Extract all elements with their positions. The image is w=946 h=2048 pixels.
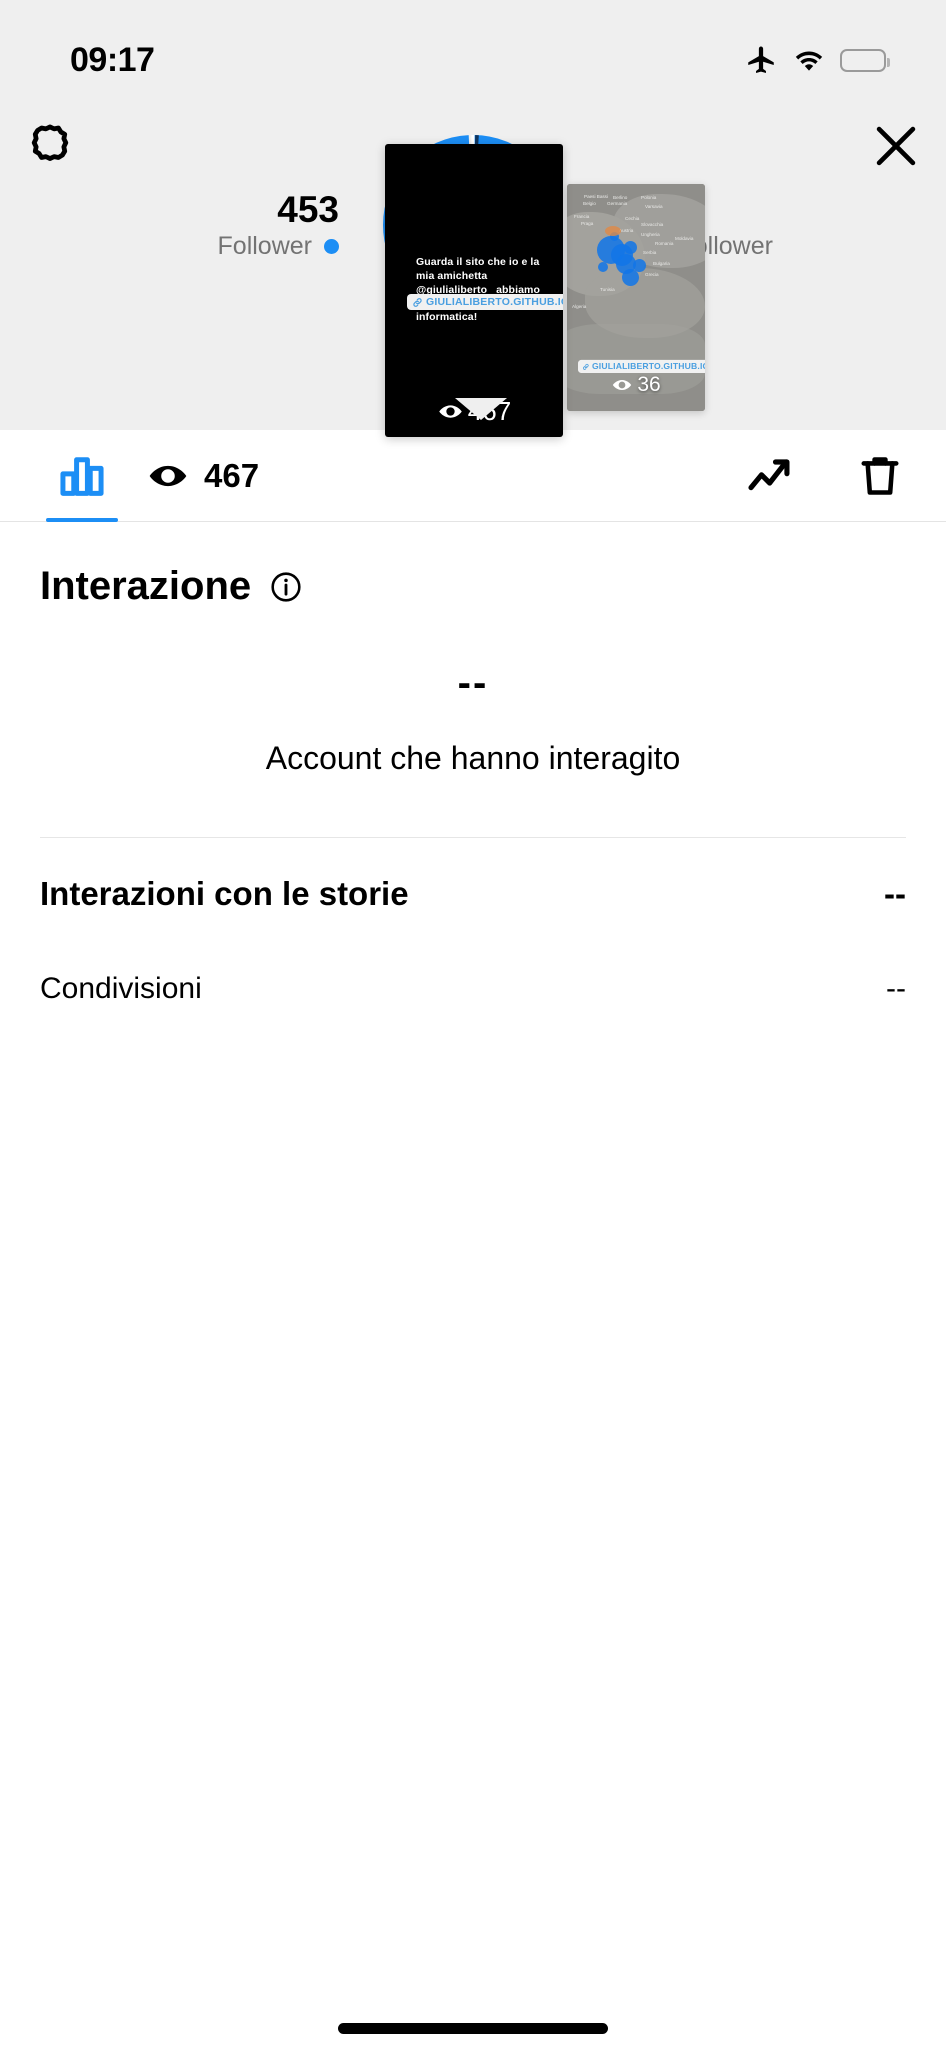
shares-value: --: [886, 972, 906, 1005]
link-icon: [412, 297, 423, 308]
interacted-accounts-stat: -- Account che hanno interagito: [0, 609, 946, 777]
battery-icon: [840, 48, 890, 72]
status-icons: [744, 43, 890, 77]
home-indicator: [338, 2023, 608, 2034]
interaction-section: Interazione -- Account che hanno interag…: [0, 506, 946, 1028]
link-icon: [582, 363, 589, 370]
story-interactions-label: Interazioni con le storie: [40, 875, 409, 912]
insights-toolbar: 467: [0, 430, 946, 522]
info-icon[interactable]: [269, 570, 303, 604]
table-row: Condivisioni --: [0, 950, 946, 1028]
toolbar-right-group: [744, 448, 906, 504]
wifi-icon: [792, 46, 826, 74]
trash-icon[interactable]: [854, 450, 906, 502]
story-caption-text: Guarda il sito che io e la mia amichetta…: [416, 256, 540, 324]
link-sticker-label: GIULIALIBERTO.GITHUB.IO: [426, 296, 563, 308]
bar-chart-icon: [56, 450, 108, 502]
interaction-title: Interazione: [40, 564, 252, 608]
link-sticker[interactable]: GIULIALIBERTO.GITHUB.IO: [407, 294, 563, 310]
follower-color-dot: [324, 238, 339, 254]
story-thumbnail-map[interactable]: Francia Belgio Paesi Bassi Germania Polo…: [567, 184, 705, 411]
story-view-count: 36: [567, 373, 705, 397]
eye-icon: [146, 454, 190, 498]
status-time: 09:17: [70, 40, 155, 79]
toolbar-views-count: 467: [204, 456, 260, 494]
eye-icon: [611, 374, 633, 396]
instagram-story-insights-screen: 09:17 Francia Belgio Paesi Bassi Germani…: [0, 0, 946, 2048]
trending-up-icon[interactable]: [744, 448, 800, 504]
story-interactions-value: --: [884, 875, 906, 912]
insights-chart-tab[interactable]: [40, 430, 124, 522]
story-thumbnail-main[interactable]: Guarda il sito che io e la mia amichetta…: [385, 144, 563, 437]
link-sticker-label: GIULIALIBERTO.GITHUB.IO: [591, 361, 705, 372]
interacted-accounts-value: --: [457, 661, 489, 705]
follower-label: Follower: [217, 231, 312, 260]
interacted-accounts-label: Account che hanno interagito: [265, 740, 681, 776]
toolbar-views[interactable]: 467: [146, 454, 259, 498]
toolbar-left-group: 467: [40, 430, 259, 522]
selected-story-caret: [455, 398, 507, 420]
follower-value: 453: [277, 189, 339, 231]
table-row: Interazioni con le storie --: [0, 838, 946, 950]
airplane-icon: [744, 43, 778, 77]
shares-label: Condivisioni: [40, 972, 202, 1005]
link-sticker[interactable]: GIULIALIBERTO.GITHUB.IO: [578, 359, 705, 373]
follower-legend: 453 Follower: [91, 189, 373, 261]
story-view-number: 36: [637, 373, 661, 396]
